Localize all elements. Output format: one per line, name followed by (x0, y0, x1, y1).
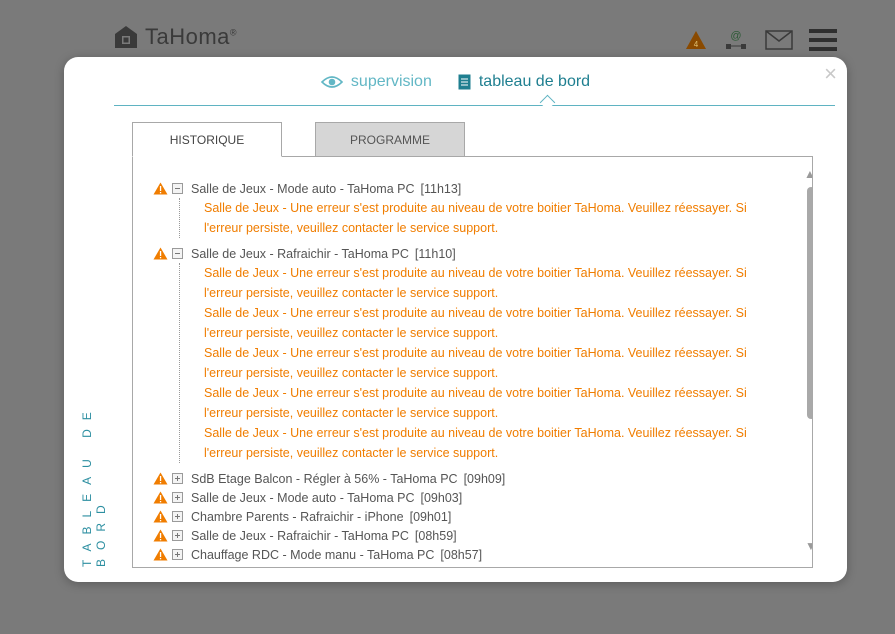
history-entry: Salle de Jeux - Rafraichir - TaHoma PC [0… (153, 526, 778, 545)
tab-dashboard[interactable]: tableau de bord (458, 73, 590, 91)
warning-icon (153, 510, 168, 523)
history-entry: SdB Etage Balcon - Régler à 56% - TaHoma… (153, 469, 778, 488)
expand-icon[interactable] (172, 492, 183, 503)
modal-tabs: supervision tableau de bord (64, 73, 847, 91)
entry-title: Chambre Parents - Rafraichir - iPhone (191, 509, 404, 524)
tab-supervision[interactable]: supervision (320, 73, 432, 91)
tabs-underline (114, 105, 835, 106)
entry-time: [08h57] (440, 547, 483, 562)
collapse-icon[interactable] (172, 183, 183, 194)
logo-registered-mark: ® (229, 27, 238, 38)
alert-icon[interactable]: 4 (685, 30, 707, 50)
warning-icon (153, 491, 168, 504)
entry-title: SdB Etage Balcon - Régler à 56% - TaHoma… (191, 471, 458, 486)
tab-dashboard-label: tableau de bord (478, 73, 591, 90)
error-message: Salle de Jeux - Une erreur s'est produit… (204, 346, 747, 380)
mail-icon[interactable] (765, 30, 793, 50)
tab-historique[interactable]: HISTORIQUE (132, 122, 282, 157)
entry-time: [09h09] (463, 471, 506, 486)
header-icons: 4 @ (685, 28, 837, 52)
entry-time: [09h01] (409, 509, 452, 524)
history-panel: Salle de Jeux - Mode auto - TaHoma PC [11… (132, 156, 813, 568)
active-tab-caret (539, 94, 556, 111)
entry-title: Chauffage RDC - Mode manu - TaHoma PC (191, 547, 435, 562)
history-log: Salle de Jeux - Mode auto - TaHoma PC [11… (153, 179, 778, 564)
warning-icon (153, 472, 168, 485)
history-entry: Salle de Jeux - Mode auto - TaHoma PC [09… (153, 488, 778, 507)
warning-icon (153, 548, 168, 561)
vertical-section-label: TABLEAU DE BORD (80, 403, 108, 567)
error-message: Salle de Jeux - Une erreur s'est produit… (204, 386, 747, 420)
entry-time: [11h10] (414, 246, 456, 261)
entry-title: Salle de Jeux - Rafraichir - TaHoma PC (191, 528, 409, 543)
collapse-icon[interactable] (172, 248, 183, 259)
expand-icon[interactable] (172, 549, 183, 560)
history-entry: Chauffage RDC - Mode manu - TaHoma PC [08… (153, 545, 778, 564)
alert-count: 4 (694, 40, 699, 49)
entry-time: [11h13] (420, 181, 462, 196)
tab-programme[interactable]: PROGRAMME (315, 122, 465, 157)
expand-icon[interactable] (172, 511, 183, 522)
scroll-up-arrow[interactable]: ▲ (804, 167, 812, 181)
error-message: Salle de Jeux - Une erreur s'est produit… (204, 201, 747, 235)
menu-icon[interactable] (809, 28, 837, 52)
scroll-down-arrow[interactable]: ▼ (805, 539, 812, 553)
svg-text:@: @ (730, 30, 741, 42)
entry-time: [08h59] (414, 528, 457, 543)
warning-icon (153, 529, 168, 542)
warning-icon (153, 182, 168, 195)
scrollbar-thumb[interactable] (807, 187, 812, 419)
expand-icon[interactable] (172, 473, 183, 484)
network-icon[interactable]: @ (723, 29, 749, 51)
error-message: Salle de Jeux - Une erreur s'est produit… (204, 266, 747, 300)
history-entry: Salle de Jeux - Rafraichir - TaHoma PC [1… (153, 244, 778, 263)
warning-icon (153, 247, 168, 260)
house-icon (115, 26, 137, 48)
error-message: Salle de Jeux - Une erreur s'est produit… (204, 306, 747, 340)
entry-title: Salle de Jeux - Rafraichir - TaHoma PC (191, 246, 409, 261)
history-entry: Salle de Jeux - Mode auto - TaHoma PC [11… (153, 179, 778, 198)
dashboard-modal: × supervision tableau de bord TABLEAU DE… (64, 57, 847, 582)
entry-messages: Salle de Jeux - Une erreur s'est produit… (179, 263, 778, 463)
entry-messages: Salle de Jeux - Une erreur s'est produit… (179, 198, 778, 238)
entry-title: Salle de Jeux - Mode auto - TaHoma PC (191, 181, 415, 196)
eye-icon (320, 76, 343, 88)
entry-time: [09h03] (420, 490, 463, 505)
error-message: Salle de Jeux - Une erreur s'est produit… (204, 426, 747, 460)
tahoma-logo: TaHoma® (113, 24, 237, 50)
logo-text: TaHoma (145, 24, 230, 49)
document-icon (458, 74, 471, 90)
history-entry: Chambre Parents - Rafraichir - iPhone [09… (153, 507, 778, 526)
tab-supervision-label: supervision (350, 73, 432, 90)
entry-title: Salle de Jeux - Mode auto - TaHoma PC (191, 490, 415, 505)
expand-icon[interactable] (172, 530, 183, 541)
